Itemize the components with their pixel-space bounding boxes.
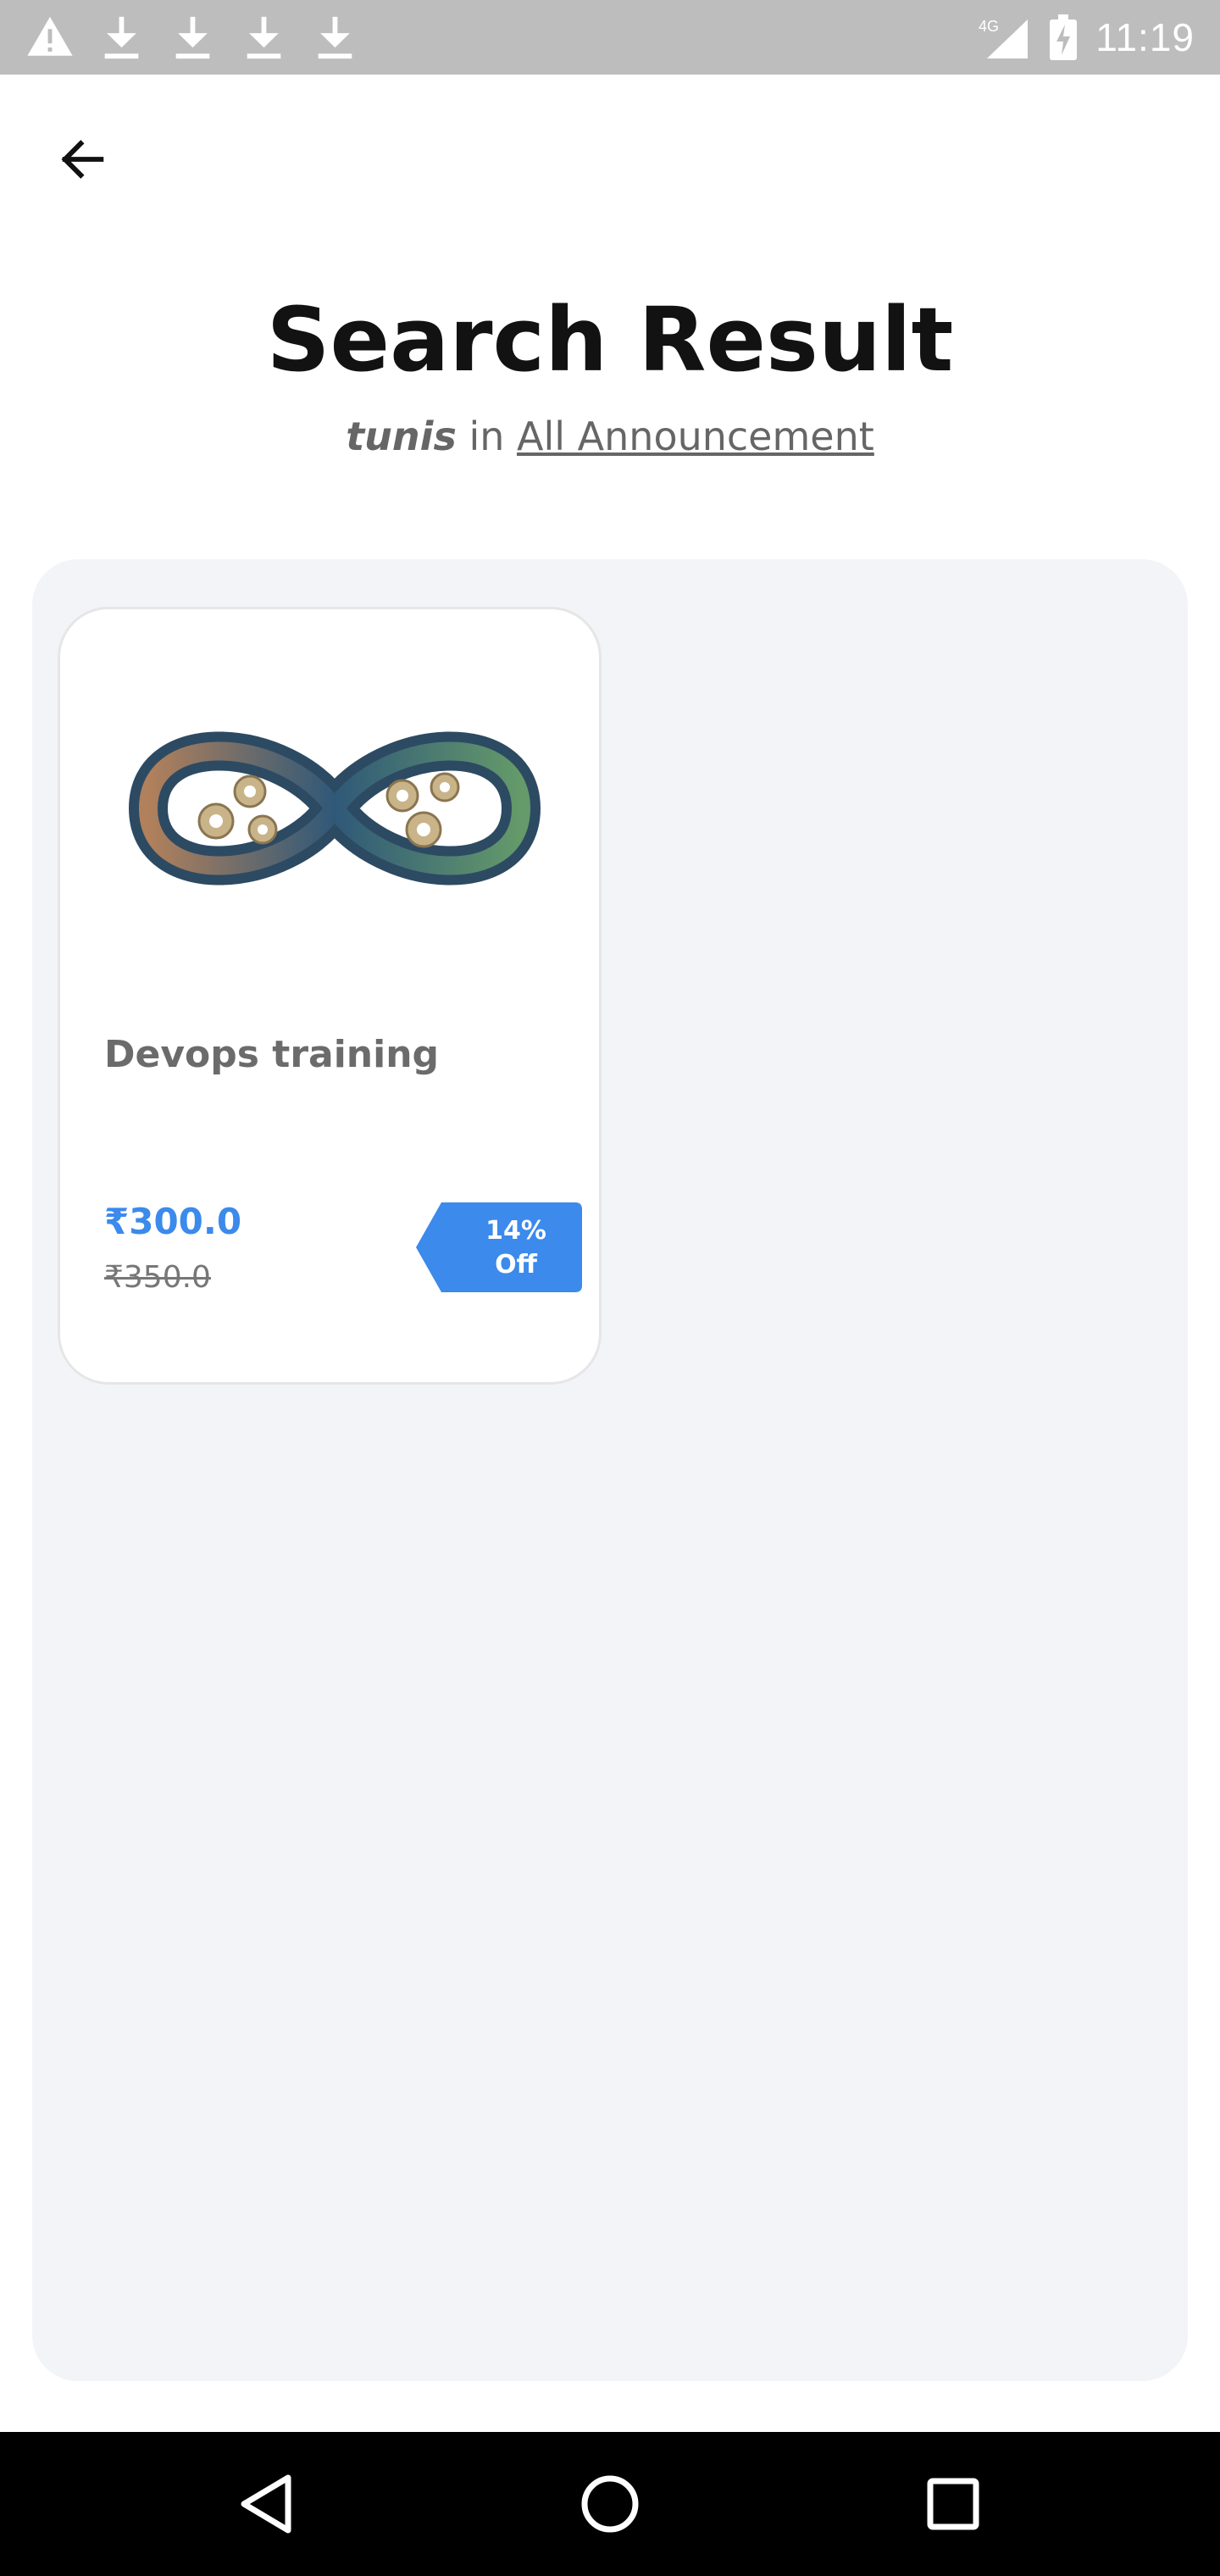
circle-home-icon[interactable] bbox=[572, 2466, 648, 2542]
discount-label: 14% Off bbox=[450, 1214, 582, 1282]
warning-icon bbox=[27, 16, 73, 56]
result-original-price: ₹350.0 bbox=[104, 1260, 211, 1295]
back-button[interactable] bbox=[51, 127, 115, 192]
category-link[interactable]: All Announcement bbox=[517, 414, 874, 459]
square-recents-icon[interactable] bbox=[915, 2466, 991, 2542]
discount-off: Off bbox=[495, 1250, 537, 1280]
page-title: Search Result bbox=[266, 288, 954, 391]
arrow-left-icon bbox=[61, 140, 104, 179]
results-panel: Devops training ₹300.0 ₹350.0 14% Off bbox=[32, 559, 1188, 2381]
download-icon bbox=[104, 16, 139, 59]
result-title: Devops training bbox=[104, 1033, 440, 1076]
navigation-bar bbox=[0, 2432, 1220, 2576]
triangle-back-icon[interactable] bbox=[229, 2466, 305, 2542]
search-query: tunis bbox=[346, 414, 457, 459]
result-price: ₹300.0 bbox=[104, 1201, 242, 1242]
network-type-label: 4G bbox=[979, 18, 999, 35]
battery-charging-icon bbox=[1050, 14, 1078, 60]
download-icon bbox=[318, 16, 352, 59]
system-icons: 4G 11:19 bbox=[977, 12, 1195, 63]
discount-badge: 14% Off bbox=[416, 1202, 582, 1292]
search-summary: tunis in All Announcement bbox=[0, 414, 1220, 459]
clock: 11:19 bbox=[1095, 15, 1195, 59]
download-icon bbox=[247, 16, 281, 59]
download-icon bbox=[175, 16, 210, 59]
result-card[interactable]: Devops training ₹300.0 ₹350.0 14% Off bbox=[58, 607, 602, 1385]
signal-icon: 4G bbox=[979, 18, 1029, 58]
notification-icons bbox=[25, 12, 359, 63]
status-bar: 4G 11:19 bbox=[0, 0, 1220, 75]
devops-infinity-gears-image bbox=[128, 731, 541, 886]
search-connector: in bbox=[469, 414, 505, 459]
discount-percent: 14% bbox=[485, 1216, 546, 1246]
